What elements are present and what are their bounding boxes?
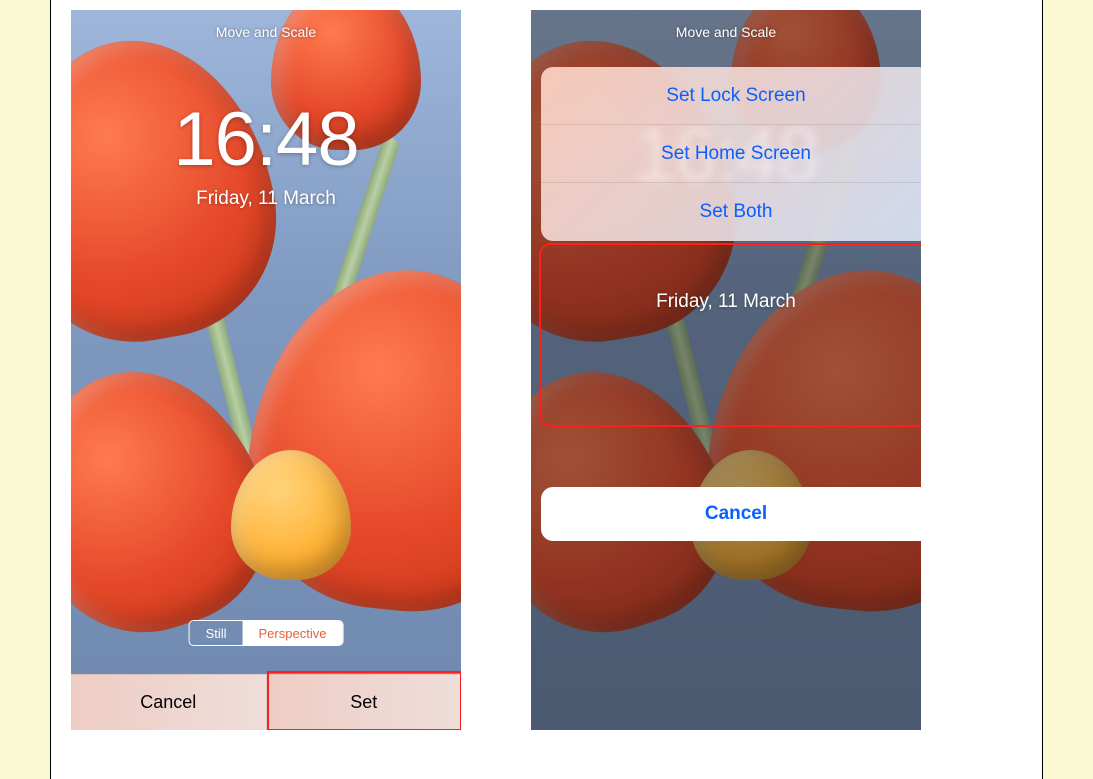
screen-title: Move and Scale [71,24,461,40]
lockscreen-date: Friday, 11 March [531,291,921,313]
document-page: Move and Scale 16:48 Friday, 11 March St… [50,0,1043,779]
segment-still[interactable]: Still [190,621,243,645]
set-wallpaper-actionsheet: Set Lock Screen Set Home Screen Set Both [541,67,921,241]
set-both-button[interactable]: Set Both [541,183,921,241]
set-lock-screen-button[interactable]: Set Lock Screen [541,67,921,125]
lockscreen-date: Friday, 11 March [71,188,461,210]
set-home-screen-button[interactable]: Set Home Screen [541,125,921,183]
motion-segmented-control[interactable]: Still Perspective [189,620,344,646]
wallpaper-preview-step1: Move and Scale 16:48 Friday, 11 March St… [71,10,461,730]
wallpaper-preview-step2: Move and Scale 16:48 Friday, 11 March Se… [531,10,921,730]
bottom-action-bar: Cancel Set [71,674,461,730]
cancel-button[interactable]: Cancel [71,674,266,730]
segment-perspective[interactable]: Perspective [243,621,343,645]
actionsheet-cancel-button[interactable]: Cancel [541,487,921,541]
lockscreen-time: 16:48 [71,96,461,183]
screen-title: Move and Scale [531,24,921,40]
set-button[interactable]: Set [266,674,462,730]
